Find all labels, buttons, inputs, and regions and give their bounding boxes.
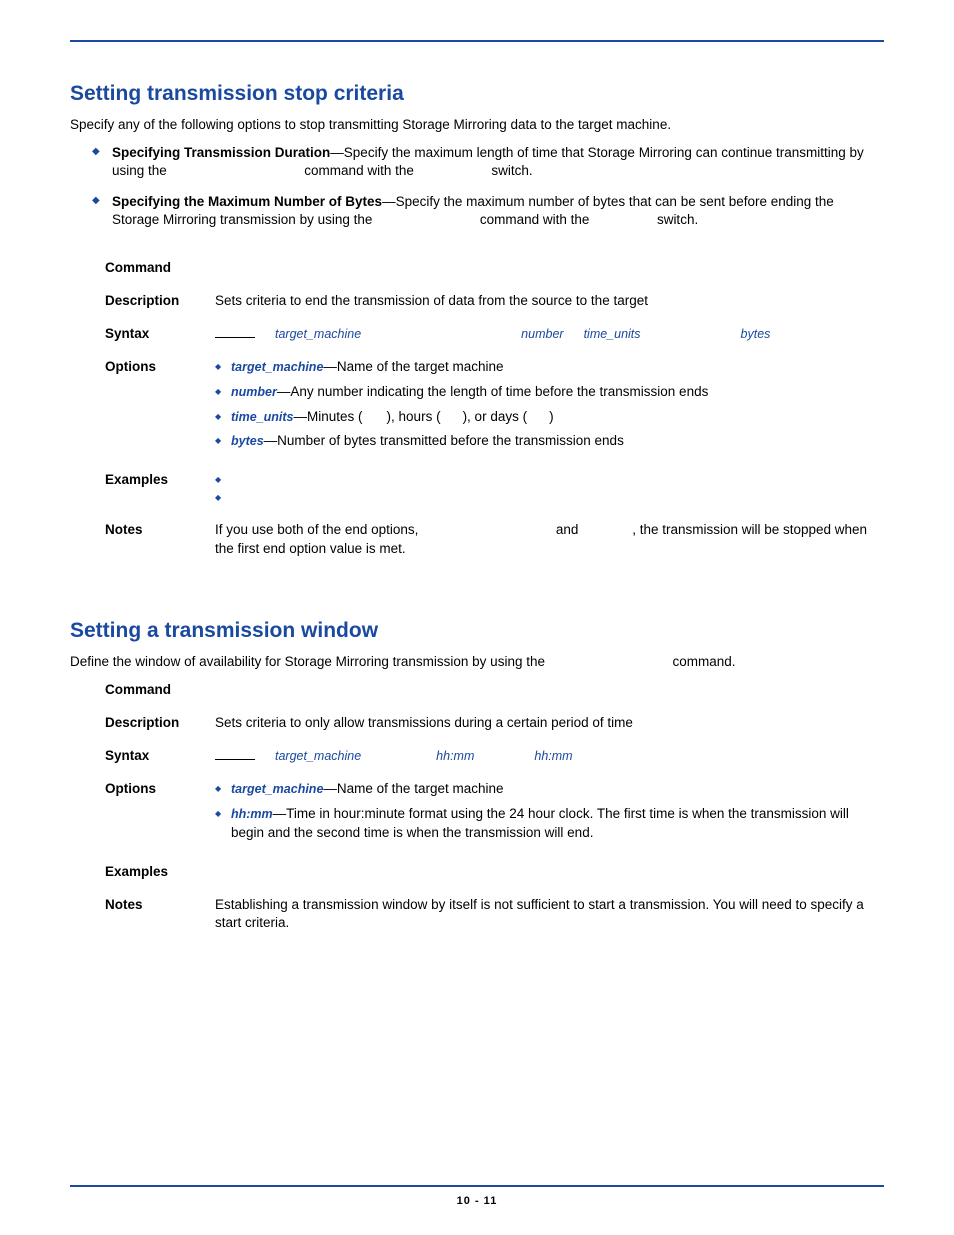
command-table-1: Command Description Sets criteria to end… bbox=[105, 259, 884, 559]
row-value-syntax: target_machine hh:mm hh:mm bbox=[215, 747, 884, 766]
intro-transmission-window: Define the window of availability for St… bbox=[70, 653, 884, 671]
row-label-description: Description bbox=[105, 292, 215, 311]
row-value-options: target_machine—Name of the target machin… bbox=[215, 358, 884, 458]
option-name: hh:mm bbox=[231, 807, 273, 821]
option-desc: ), or days ( bbox=[463, 409, 528, 424]
intro-stop-criteria: Specify any of the following options to … bbox=[70, 116, 884, 134]
row-label-syntax: Syntax bbox=[105, 747, 215, 766]
row-value-description: Sets criteria to only allow transmission… bbox=[215, 714, 884, 733]
row-value-examples bbox=[215, 863, 884, 882]
bullet-lead: Specifying Transmission Duration bbox=[112, 145, 330, 160]
syntax-param: hh:mm bbox=[436, 749, 474, 763]
notes-text: and bbox=[552, 522, 582, 537]
option-desc: ), hours ( bbox=[387, 409, 441, 424]
row-value-examples bbox=[215, 471, 884, 507]
syntax-param: number bbox=[521, 327, 563, 341]
option-desc: —Name of the target machine bbox=[323, 781, 503, 796]
intro-text: command. bbox=[669, 654, 736, 669]
syntax-param: target_machine bbox=[275, 749, 361, 763]
list-item: Specifying the Maximum Number of Bytes—S… bbox=[92, 193, 884, 229]
option-desc: ) bbox=[549, 409, 554, 424]
bullet-text: command with the bbox=[476, 212, 593, 227]
option-name: target_machine bbox=[231, 782, 323, 796]
row-value-description: Sets criteria to end the transmission of… bbox=[215, 292, 884, 311]
option-desc: —Any number indicating the length of tim… bbox=[277, 384, 709, 399]
notes-text: If you use both of the end options, bbox=[215, 522, 422, 537]
bullet-lead: Specifying the Maximum Number of Bytes bbox=[112, 194, 382, 209]
option-desc: —Minutes ( bbox=[294, 409, 363, 424]
row-label-command: Command bbox=[105, 681, 215, 700]
heading-transmission-window: Setting a transmission window bbox=[70, 619, 884, 643]
option-desc: —Number of bytes transmitted before the … bbox=[264, 433, 624, 448]
row-label-options: Options bbox=[105, 358, 215, 458]
option-desc: —Time in hour:minute format using the 24… bbox=[231, 806, 849, 840]
option-name: target_machine bbox=[231, 360, 323, 374]
option-name: number bbox=[231, 385, 277, 399]
bullet-text: command with the bbox=[301, 163, 418, 178]
row-value-command bbox=[215, 681, 884, 700]
option-item: number—Any number indicating the length … bbox=[215, 383, 884, 402]
row-value-syntax: target_machine number time_units bytes bbox=[215, 325, 884, 344]
row-label-notes: Notes bbox=[105, 521, 215, 559]
row-label-description: Description bbox=[105, 714, 215, 733]
option-item: target_machine—Name of the target machin… bbox=[215, 780, 884, 799]
stop-criteria-list: Specifying Transmission Duration—Specify… bbox=[92, 144, 884, 229]
command-table-2: Command Description Sets criteria to onl… bbox=[105, 681, 884, 933]
example-bullet bbox=[215, 471, 884, 489]
option-item: time_units—Minutes ( ), hours ( ), or days… bbox=[215, 408, 884, 427]
option-name: bytes bbox=[231, 434, 264, 448]
option-desc: —Name of the target machine bbox=[323, 359, 503, 374]
option-item: hh:mm—Time in hour:minute format using t… bbox=[215, 805, 884, 843]
heading-stop-criteria: Setting transmission stop criteria bbox=[70, 82, 884, 106]
row-label-options: Options bbox=[105, 780, 215, 849]
option-item: bytes—Number of bytes transmitted before… bbox=[215, 432, 884, 451]
row-label-syntax: Syntax bbox=[105, 325, 215, 344]
page: Setting transmission stop criteria Speci… bbox=[0, 0, 954, 1235]
page-footer: 10 - 11 bbox=[70, 1185, 884, 1207]
syntax-param: target_machine bbox=[275, 327, 361, 341]
syntax-param: hh:mm bbox=[534, 749, 572, 763]
option-name: time_units bbox=[231, 410, 294, 424]
list-item: Specifying Transmission Duration—Specify… bbox=[92, 144, 884, 180]
row-label-command: Command bbox=[105, 259, 215, 278]
intro-text: Define the window of availability for St… bbox=[70, 654, 549, 669]
row-value-command bbox=[215, 259, 884, 278]
example-bullet bbox=[215, 489, 884, 507]
row-value-options: target_machine—Name of the target machin… bbox=[215, 780, 884, 849]
bullet-text: switch. bbox=[653, 212, 698, 227]
row-label-examples: Examples bbox=[105, 863, 215, 882]
syntax-param: time_units bbox=[584, 327, 641, 341]
row-value-notes: If you use both of the end options, and … bbox=[215, 521, 884, 559]
syntax-param: bytes bbox=[741, 327, 771, 341]
option-item: target_machine—Name of the target machin… bbox=[215, 358, 884, 377]
top-rule bbox=[70, 40, 884, 42]
row-label-notes: Notes bbox=[105, 896, 215, 934]
row-label-examples: Examples bbox=[105, 471, 215, 507]
bullet-text: switch. bbox=[488, 163, 533, 178]
page-number: 10 - 11 bbox=[457, 1195, 498, 1207]
row-value-notes: Establishing a transmission window by it… bbox=[215, 896, 884, 934]
